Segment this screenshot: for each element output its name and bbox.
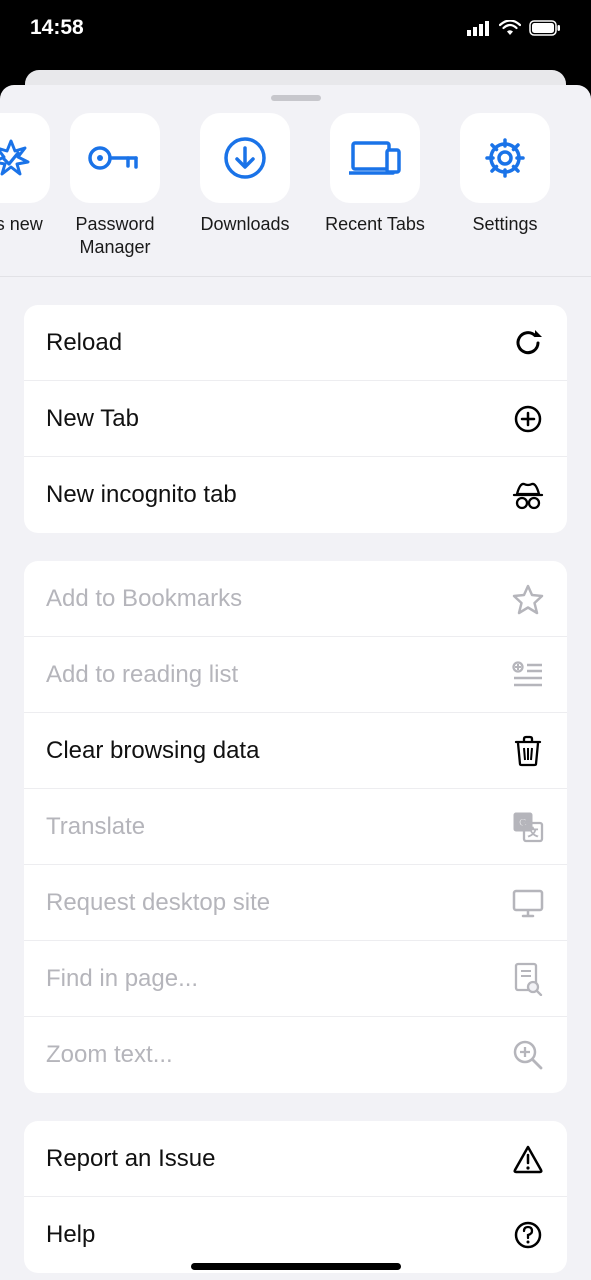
reading-list-icon [511, 658, 545, 692]
trash-icon [511, 734, 545, 768]
translate-icon: G文 [511, 810, 545, 844]
desktop-icon [511, 886, 545, 920]
status-bar: 14:58 [0, 0, 591, 55]
row-new-tab[interactable]: New Tab [24, 381, 567, 457]
row-label: Add to Bookmarks [46, 585, 242, 613]
row-translate: Translate G文 [24, 789, 567, 865]
row-label: Reload [46, 329, 122, 357]
find-page-icon [511, 962, 545, 996]
shortcut-recent-tabs[interactable]: Recent Tabs [310, 113, 440, 258]
svg-text:文: 文 [528, 826, 538, 839]
menu-section-3: Report an Issue Help [24, 1121, 567, 1273]
cellular-icon [467, 20, 491, 36]
zoom-icon [511, 1038, 545, 1072]
row-reading-list: Add to reading list [24, 637, 567, 713]
row-zoom-text: Zoom text... [24, 1017, 567, 1093]
shortcut-row: t's new Password Manager Downloads [0, 113, 591, 277]
row-label: Report an Issue [46, 1145, 215, 1173]
drag-handle[interactable] [271, 95, 321, 101]
shortcut-label: Downloads [200, 213, 289, 236]
star-icon [511, 582, 545, 616]
home-indicator[interactable] [191, 1263, 401, 1270]
row-label: Clear browsing data [46, 737, 259, 765]
reload-icon [511, 326, 545, 360]
status-time: 14:58 [30, 16, 84, 40]
row-label: Help [46, 1221, 95, 1249]
row-desktop-site: Request desktop site [24, 865, 567, 941]
row-add-bookmarks: Add to Bookmarks [24, 561, 567, 637]
row-label: Translate [46, 813, 145, 841]
battery-icon [529, 20, 561, 36]
devices-icon [349, 139, 401, 177]
menu-section-1: Reload New Tab New incognito tab [24, 305, 567, 533]
menu-sheet: t's new Password Manager Downloads [0, 85, 591, 1280]
row-report-issue[interactable]: Report an Issue [24, 1121, 567, 1197]
row-find-in-page: Find in page... [24, 941, 567, 1017]
sparkle-badge-icon [0, 137, 32, 179]
shortcut-label: t's new [0, 213, 43, 236]
help-icon [511, 1218, 545, 1252]
row-label: Request desktop site [46, 889, 270, 917]
row-label: Add to reading list [46, 661, 238, 689]
shortcut-label: Settings [472, 213, 537, 236]
wifi-icon [499, 20, 521, 36]
shortcut-whats-new[interactable]: t's new [0, 113, 50, 258]
shortcut-settings[interactable]: Settings [440, 113, 570, 258]
incognito-icon [511, 478, 545, 512]
download-circle-icon [223, 136, 267, 180]
row-reload[interactable]: Reload [24, 305, 567, 381]
row-clear-data[interactable]: Clear browsing data [24, 713, 567, 789]
key-icon [88, 143, 142, 173]
row-label: New incognito tab [46, 481, 237, 509]
shortcut-password-manager[interactable]: Password Manager [50, 113, 180, 258]
menu-section-2: Add to Bookmarks Add to reading list Cle… [24, 561, 567, 1093]
plus-circle-icon [511, 402, 545, 436]
shortcut-downloads[interactable]: Downloads [180, 113, 310, 258]
status-icons [467, 20, 561, 36]
row-incognito-tab[interactable]: New incognito tab [24, 457, 567, 533]
shortcut-label: Password Manager [50, 213, 180, 258]
warning-icon [511, 1142, 545, 1176]
row-label: Zoom text... [46, 1041, 173, 1069]
row-help[interactable]: Help [24, 1197, 567, 1273]
shortcut-label: Recent Tabs [325, 213, 425, 236]
gear-icon [483, 136, 527, 180]
row-label: Find in page... [46, 965, 198, 993]
row-label: New Tab [46, 405, 139, 433]
